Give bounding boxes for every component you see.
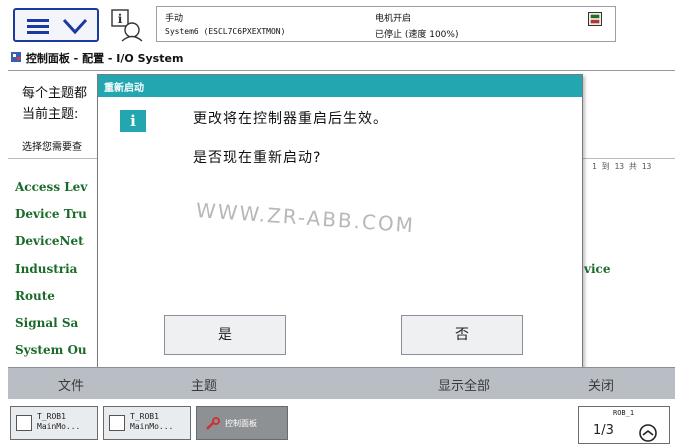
file-menu-button[interactable]: 文件 bbox=[58, 375, 84, 394]
breadcrumb-text: 控制面板 - 配置 - I/O System bbox=[25, 52, 184, 65]
task-program-editor-1[interactable]: T_ROB1 MainMo... bbox=[10, 406, 98, 440]
fraction-text: 1/3 bbox=[593, 423, 614, 438]
chevron-down-icon bbox=[62, 18, 88, 35]
topic-header: 每个主题都 bbox=[22, 86, 88, 101]
list-item[interactable]: Signal Sa bbox=[15, 316, 78, 330]
breadcrumb: 控制面板 - 配置 - I/O System bbox=[10, 50, 183, 68]
list-item[interactable]: Route bbox=[15, 289, 55, 303]
task-module: MainMo... bbox=[130, 422, 174, 431]
list-item[interactable]: System Ou bbox=[15, 343, 87, 357]
top-bar: i 手动 System6 (ESCL7C6PXEXTMON) 电机开启 已停止 … bbox=[0, 0, 683, 46]
task-label: 控制面板 bbox=[225, 419, 257, 428]
mode-text: 手动 bbox=[165, 14, 184, 24]
yes-button[interactable]: 是 bbox=[164, 315, 286, 355]
taskbar: T_ROB1 MainMo... T_ROB1 MainMo... 控制面板 R… bbox=[0, 402, 683, 446]
show-all-button[interactable]: 显示全部 bbox=[438, 375, 490, 394]
robot-label: ROB_1 bbox=[613, 409, 635, 417]
wrench-icon bbox=[206, 417, 220, 430]
task-name: T_ROB1 bbox=[130, 412, 159, 421]
task-label: T_ROB1 MainMo... bbox=[130, 412, 173, 432]
list-item[interactable]: Device Tru bbox=[15, 207, 87, 221]
system-name: System6 (ESCL7C6PXEXTMON) bbox=[165, 27, 286, 36]
hamburger-line bbox=[27, 25, 49, 28]
pager-text: 1 到 13 共 13 bbox=[592, 162, 652, 171]
dialog-title: 重新启动 bbox=[104, 83, 144, 94]
dialog-message-line2: 是否现在重新启动? bbox=[193, 150, 322, 166]
command-bar: 文件 主题 显示全部 关闭 bbox=[8, 367, 675, 399]
list-item-right[interactable]: vice bbox=[584, 262, 610, 276]
dialog-title-bar: 重新启动 bbox=[98, 75, 582, 97]
control-panel-icon bbox=[11, 52, 21, 62]
divider bbox=[8, 70, 675, 71]
no-button[interactable]: 否 bbox=[401, 315, 523, 355]
main-menu-button[interactable] bbox=[13, 8, 99, 42]
task-module: MainMo... bbox=[37, 422, 81, 431]
current-topic-label: 当前主题: bbox=[22, 107, 79, 122]
topic-menu-button[interactable]: 主题 bbox=[191, 375, 217, 394]
motor-status: 电机开启 bbox=[375, 14, 412, 24]
list-item[interactable]: Industria bbox=[15, 262, 77, 276]
list-item[interactable]: DeviceNet bbox=[15, 234, 84, 248]
quickset-button[interactable]: ROB_1 1/3 bbox=[578, 406, 670, 444]
task-program-editor-2[interactable]: T_ROB1 MainMo... bbox=[103, 406, 191, 440]
operator-window-icon[interactable]: i bbox=[108, 8, 148, 42]
dialog-message-line1: 更改将在控制器重启后生效。 bbox=[193, 111, 388, 127]
task-label: T_ROB1 MainMo... bbox=[37, 412, 80, 432]
hamburger-icon bbox=[27, 19, 49, 22]
select-hint: 选择您需要查 bbox=[22, 142, 82, 153]
task-control-panel[interactable]: 控制面板 bbox=[196, 406, 288, 440]
hamburger-line bbox=[27, 31, 49, 34]
speed-icon bbox=[639, 424, 657, 442]
run-state: 已停止 (速度 100%) bbox=[375, 30, 459, 40]
task-name: T_ROB1 bbox=[37, 412, 66, 421]
info-icon: i bbox=[120, 110, 146, 132]
status-panel[interactable]: 手动 System6 (ESCL7C6PXEXTMON) 电机开启 已停止 (速… bbox=[156, 6, 616, 42]
svg-text:i: i bbox=[118, 12, 123, 26]
program-icon bbox=[16, 415, 32, 431]
close-button[interactable]: 关闭 bbox=[588, 375, 614, 394]
program-icon bbox=[109, 415, 125, 431]
close-window-icon[interactable] bbox=[588, 12, 602, 26]
list-item[interactable]: Access Lev bbox=[15, 180, 87, 194]
